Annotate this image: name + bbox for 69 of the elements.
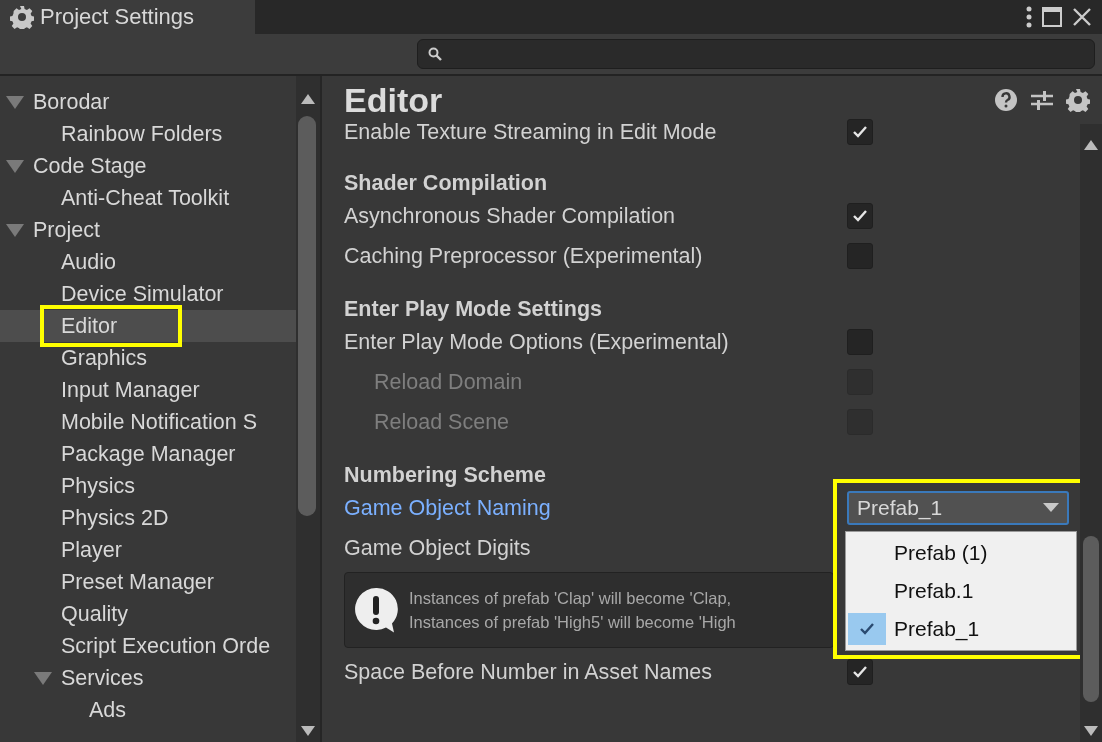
window-tab[interactable]: Project Settings <box>0 0 255 34</box>
sidebar-item[interactable]: Physics 2D <box>0 502 296 534</box>
more-options-icon[interactable] <box>1026 6 1032 28</box>
setting-label: Asynchronous Shader Compilation <box>344 203 677 229</box>
sidebar-item[interactable]: Graphics <box>0 342 296 374</box>
scroll-down-icon[interactable] <box>1084 726 1098 736</box>
setting-label: Enter Play Mode Options (Experimental) <box>344 329 730 355</box>
sidebar-item[interactable]: Audio <box>0 246 296 278</box>
setting-label: Space Before Number in Asset Names <box>344 659 714 685</box>
gear-icon <box>10 5 34 29</box>
setting-label: Game Object Naming <box>344 495 552 521</box>
setting-label: Reload Scene <box>374 409 511 435</box>
sidebar-item[interactable]: Preset Manager <box>0 566 296 598</box>
menu-item[interactable]: Prefab (1) <box>846 534 1076 572</box>
sidebar-item[interactable]: Editor <box>0 310 296 342</box>
sidebar-item[interactable]: Ads <box>0 694 296 726</box>
sidebar-item[interactable]: Device Simulator <box>0 278 296 310</box>
sidebar-item[interactable]: Rainbow Folders <box>0 118 296 150</box>
section-heading: Shader Compilation <box>344 170 549 196</box>
checkbox[interactable] <box>847 203 873 229</box>
sidebar-item[interactable]: Quality <box>0 598 296 630</box>
checkbox[interactable] <box>847 243 873 269</box>
expand-triangle-icon[interactable] <box>6 95 24 109</box>
checkbox[interactable] <box>847 659 873 685</box>
sidebar-item[interactable]: Project <box>0 214 296 246</box>
sidebar-item[interactable]: Physics <box>0 470 296 502</box>
sidebar-item[interactable]: Anti-Cheat Toolkit <box>0 182 296 214</box>
expand-triangle-icon[interactable] <box>6 223 24 237</box>
setting-label: Game Object Digits <box>344 535 532 561</box>
caret-icon <box>1043 503 1059 513</box>
search-icon <box>428 47 442 61</box>
menu-item[interactable]: Prefab.1 <box>846 572 1076 610</box>
sidebar-item[interactable]: Script Execution Orde <box>0 630 296 662</box>
check-icon <box>852 665 868 679</box>
scroll-up-icon[interactable] <box>301 94 315 104</box>
setting-label: Enable Texture Streaming in Edit Mode <box>344 119 718 145</box>
sidebar-item[interactable]: Services <box>0 662 296 694</box>
scrollbar-thumb[interactable] <box>1083 536 1099 702</box>
page-title: Editor <box>344 80 443 120</box>
sidebar-item[interactable]: Mobile Notification S <box>0 406 296 438</box>
help-text: Instances of prefab 'Clap' will become 'Clap, Instances of prefab 'High5' will become 'High <box>409 588 736 633</box>
section-heading: Numbering Scheme <box>344 462 547 488</box>
close-icon[interactable] <box>1072 7 1092 27</box>
check-icon <box>852 209 868 223</box>
expand-triangle-icon[interactable] <box>6 159 24 173</box>
scroll-up-icon[interactable] <box>1084 140 1098 150</box>
sidebar-item[interactable]: Code Stage <box>0 150 296 182</box>
sliders-icon[interactable] <box>1030 88 1054 112</box>
menu-item[interactable]: Prefab_1 <box>846 610 1076 648</box>
setting-label: Caching Preprocessor (Experimental) <box>344 243 704 269</box>
warning-bubble-icon <box>353 586 399 634</box>
sidebar-item[interactable]: Borodar <box>0 86 296 118</box>
settings-icon[interactable] <box>1066 88 1090 112</box>
section-heading: Enter Play Mode Settings <box>344 296 604 322</box>
help-icon[interactable] <box>994 88 1018 112</box>
scrollbar-thumb[interactable] <box>298 116 316 516</box>
check-icon <box>859 622 875 636</box>
checkbox[interactable] <box>847 329 873 355</box>
checkbox[interactable] <box>847 119 873 145</box>
check-icon <box>852 125 868 139</box>
maximize-icon[interactable] <box>1042 7 1062 27</box>
naming-dropdown[interactable]: Prefab_1 <box>847 491 1069 525</box>
sidebar-item[interactable]: Player <box>0 534 296 566</box>
sidebar-item[interactable]: Package Manager <box>0 438 296 470</box>
expand-triangle-icon[interactable] <box>34 671 52 685</box>
search-field[interactable] <box>417 39 1095 69</box>
setting-label: Reload Domain <box>374 369 524 395</box>
sidebar-item[interactable]: Input Manager <box>0 374 296 406</box>
scroll-down-icon[interactable] <box>301 726 315 736</box>
